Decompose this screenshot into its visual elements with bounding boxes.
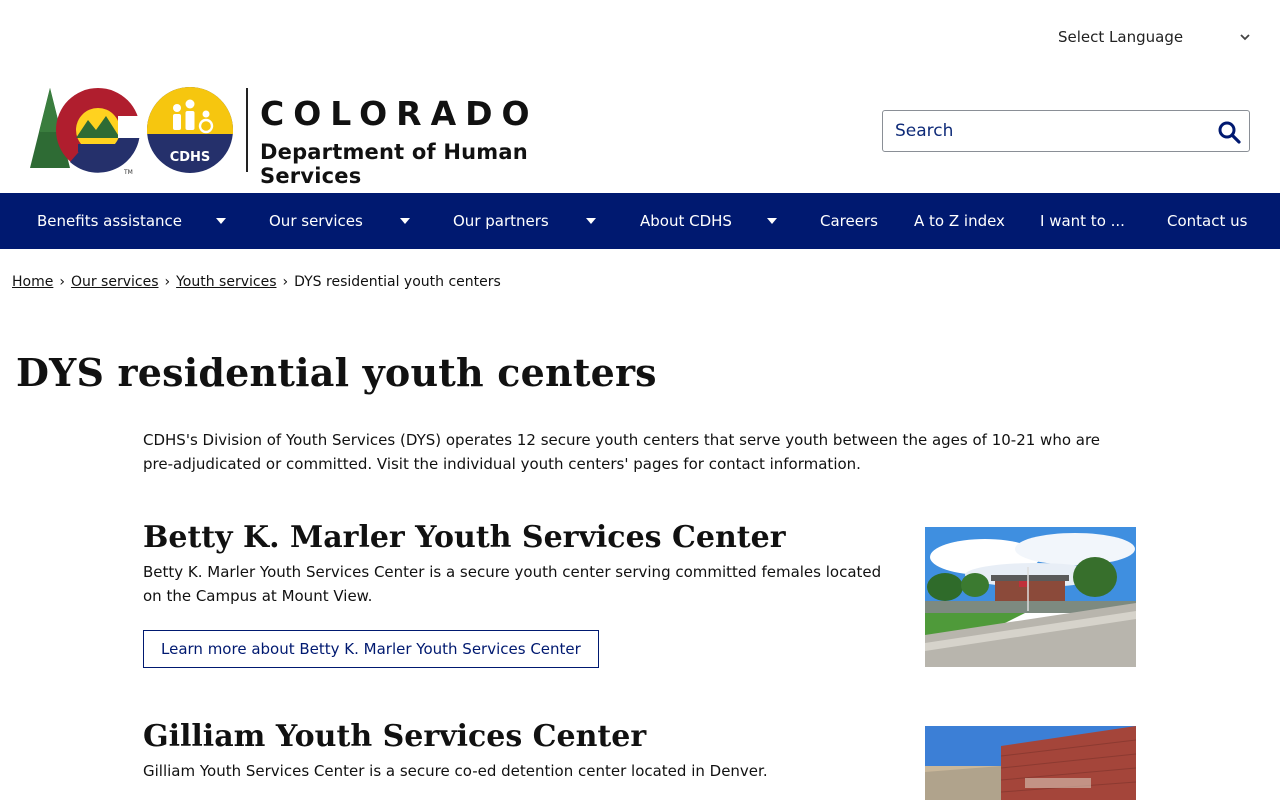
center-card: Gilliam Youth Services Center Gilliam Yo… <box>143 719 923 783</box>
search-box <box>882 110 1250 152</box>
center-title: Gilliam Youth Services Center <box>143 719 647 754</box>
colorado-logo-mark: TM CDHS <box>30 87 233 176</box>
nav-item-about-cdhs[interactable]: About CDHS <box>640 193 732 249</box>
center-description: Gilliam Youth Services Center is a secur… <box>143 762 768 780</box>
nav-item-our-partners[interactable]: Our partners <box>453 193 549 249</box>
breadcrumb-current: DYS residential youth centers <box>294 274 501 290</box>
caret-down-icon[interactable] <box>215 217 227 225</box>
nav-item-careers[interactable]: Careers <box>820 193 878 249</box>
search-input[interactable] <box>884 112 1204 150</box>
logo-badge-text: CDHS <box>170 150 211 165</box>
logo-department-name: Department of Human Services <box>260 140 528 188</box>
nav-item-our-services[interactable]: Our services <box>269 193 363 249</box>
search-icon[interactable] <box>1217 120 1241 144</box>
learn-more-button[interactable]: Learn more about Betty K. Marler Youth S… <box>143 630 599 668</box>
center-photo <box>925 726 1136 800</box>
breadcrumb-separator: › <box>164 274 171 290</box>
nav-item-i-want-to[interactable]: I want to ... <box>1040 193 1125 249</box>
breadcrumb-link-youth-services[interactable]: Youth services <box>176 274 276 290</box>
nav-item-benefits-assistance[interactable]: Benefits assistance <box>37 193 182 249</box>
caret-down-icon[interactable] <box>766 217 778 225</box>
page-title: DYS residential youth centers <box>16 350 657 395</box>
main-navigation: Benefits assistance Our services Our par… <box>0 193 1280 249</box>
site-logo[interactable]: TM CDHS COLORADO Department of Human Ser… <box>30 86 630 188</box>
caret-down-icon[interactable] <box>585 217 597 225</box>
breadcrumb-separator: › <box>282 274 289 290</box>
center-description: Betty K. Marler Youth Services Center is… <box>143 563 882 605</box>
intro-paragraph: CDHS's Division of Youth Services (DYS) … <box>143 431 1101 473</box>
breadcrumb-link-home[interactable]: Home <box>12 274 53 290</box>
language-selector[interactable]: Select Language <box>1058 28 1252 48</box>
logo-state-name: COLORADO <box>260 94 539 133</box>
center-card: Betty K. Marler Youth Services Center Be… <box>143 520 923 668</box>
center-title: Betty K. Marler Youth Services Center <box>143 520 786 555</box>
breadcrumb-link-our-services[interactable]: Our services <box>71 274 159 290</box>
chevron-down-icon <box>1240 34 1250 41</box>
caret-down-icon[interactable] <box>399 217 411 225</box>
breadcrumb-separator: › <box>59 274 65 290</box>
nav-item-a-to-z-index[interactable]: A to Z index <box>914 193 1005 249</box>
language-label: Select Language <box>1058 28 1184 46</box>
center-photo <box>925 527 1136 667</box>
breadcrumb: Home › Our services › Youth services › DYS res… <box>12 274 501 290</box>
nav-item-contact-us[interactable]: Contact us <box>1167 193 1247 249</box>
logo-divider <box>246 88 248 172</box>
svg-text:TM: TM <box>123 169 133 176</box>
